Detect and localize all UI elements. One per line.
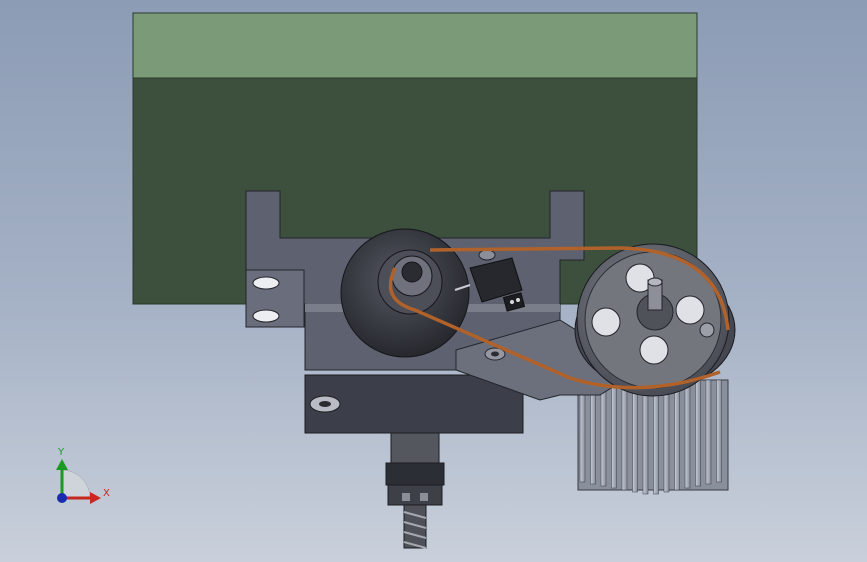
heatsink-fin: [663, 379, 670, 493]
pulley-spoke-hole: [675, 295, 705, 325]
triad-z-axis: [57, 493, 67, 503]
pulley-spoke-hole: [591, 307, 621, 337]
heatsink-fin: [632, 379, 638, 493]
triad-x-arrow: [90, 492, 101, 504]
triad-plane: [61, 469, 91, 499]
motor-heatsink[interactable]: [577, 379, 729, 495]
pulley-set-screw: [699, 322, 715, 338]
axis-triad: Y X: [56, 447, 110, 504]
plate-screw-socket: [491, 351, 499, 357]
sensor-screw: [478, 249, 496, 261]
pulley-bore: [401, 261, 423, 283]
triad-x-label: X: [103, 488, 110, 499]
cad-viewport[interactable]: Y X: [0, 0, 867, 562]
motor-shaft-end: [647, 277, 663, 287]
spindle-tool[interactable]: [385, 432, 445, 549]
heatsink-fin: [642, 379, 649, 495]
bracket-hole-top: [252, 276, 280, 290]
heatsink-fin: [611, 379, 617, 489]
triad-y-label: Y: [57, 447, 65, 458]
green-panel-top-face: [132, 12, 698, 79]
heatsink-fin: [705, 379, 712, 485]
triad-y-arrow: [56, 459, 68, 470]
heatsink-fin: [695, 379, 701, 487]
cad-model[interactable]: Y X: [0, 0, 867, 562]
heatsink-fin: [716, 379, 722, 483]
heatsink-fin: [621, 379, 628, 491]
sensor-pin: [510, 300, 514, 304]
heatsink-fin: [684, 379, 691, 489]
sensor-pin: [516, 298, 520, 302]
spindle-block[interactable]: [304, 374, 524, 434]
heatsink-fin: [653, 379, 659, 495]
block-screw-socket: [319, 401, 331, 407]
heatsink-fin: [600, 379, 607, 487]
bracket-hole-bottom: [252, 309, 280, 323]
pulley-spoke-hole: [639, 335, 669, 365]
heatsink-fin: [674, 379, 680, 491]
heatsink-fin: [590, 379, 596, 485]
